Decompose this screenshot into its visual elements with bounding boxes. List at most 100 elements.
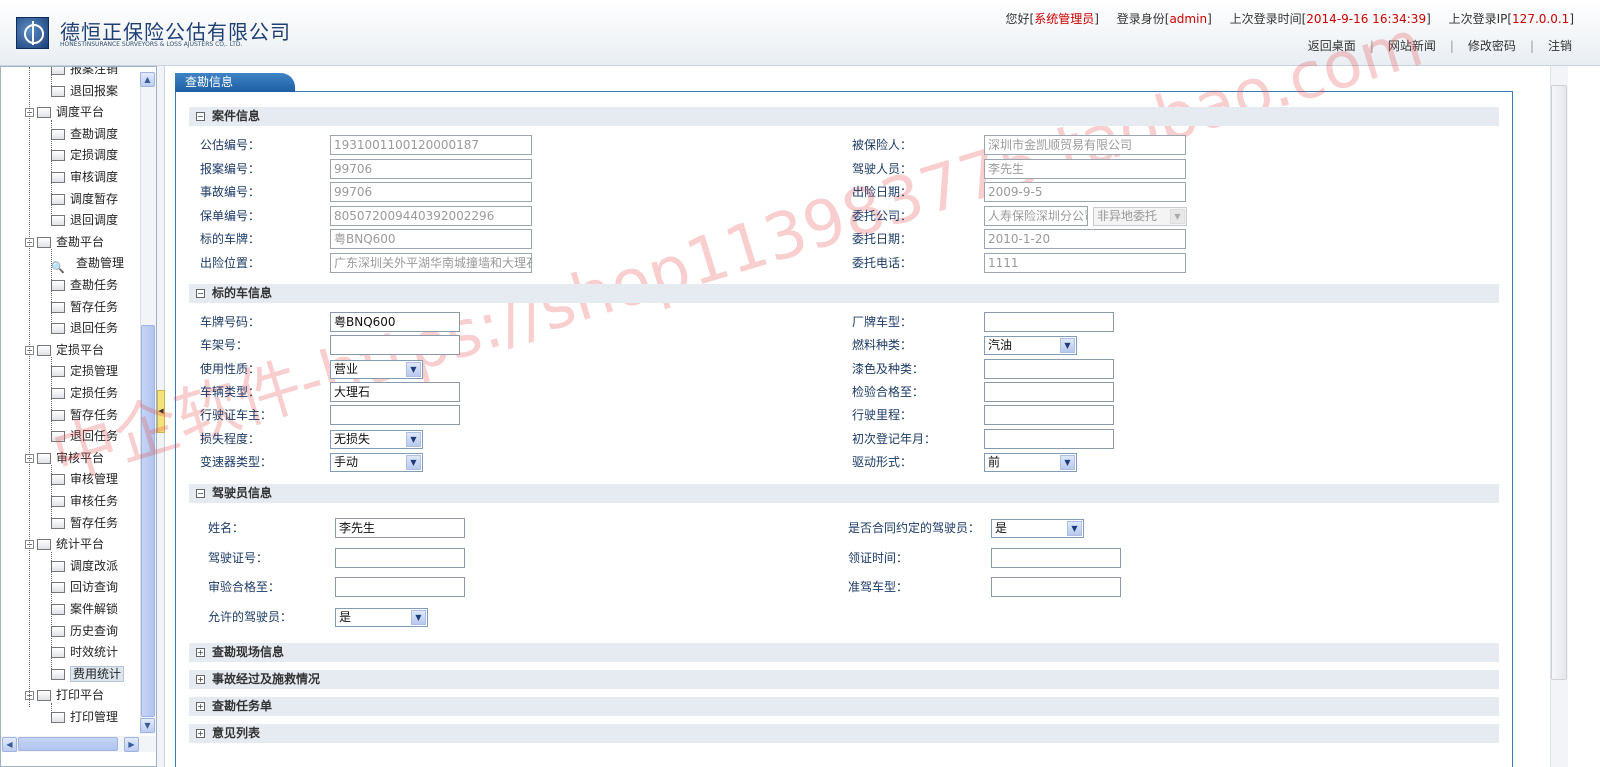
change-password-link[interactable]: 修改密码 [1454, 39, 1530, 53]
text-input[interactable]: 李先生 [984, 158, 1186, 179]
tree-group[interactable]: − 审核平台 [25, 448, 104, 468]
scroll-down-button[interactable]: ▼ [140, 718, 155, 733]
collapse-sidebar-toggle[interactable]: ◀ [157, 390, 165, 433]
text-input[interactable]: 深圳市金凯顺贸易有限公司 [984, 135, 1186, 155]
tree-item[interactable]: 历史查询 [51, 621, 118, 641]
text-input[interactable]: 大理石 [330, 381, 460, 402]
text-input[interactable] [984, 381, 1114, 402]
section-header[interactable]: − 驾驶员信息 [189, 484, 1499, 503]
section-header[interactable]: + 事故经过及施救情况 [189, 670, 1499, 689]
scroll-up-button[interactable]: ▲ [140, 72, 155, 87]
tree-item-label: 退回任务 [70, 321, 119, 336]
expand-icon[interactable]: + [196, 729, 205, 738]
text-input[interactable]: 人寿保险深圳分公司 [984, 205, 1088, 226]
tree-connector [51, 465, 52, 523]
text-input[interactable]: 2010-1-20 [984, 229, 1186, 250]
sidebar-hscroll-thumb[interactable] [18, 737, 118, 751]
tree-item[interactable]: 回访查询 [51, 577, 118, 597]
text-input[interactable] [991, 577, 1121, 598]
select-dropdown[interactable]: 营业 ▼ [330, 359, 423, 379]
sidebar-vscroll-thumb[interactable] [141, 325, 155, 717]
home-link[interactable]: 返回桌面 [1294, 39, 1370, 53]
tree-item[interactable]: 查勘调度 [51, 124, 118, 144]
tree-item[interactable]: 报案注销 [51, 67, 118, 79]
text-input[interactable]: 1931001100120000187 [330, 135, 532, 155]
text-input[interactable]: 粤BNQ600 [330, 229, 532, 250]
select-dropdown[interactable]: 非异地委托 ▼ [1093, 206, 1187, 226]
tree-item[interactable]: 暂存任务 [51, 513, 118, 533]
expand-icon[interactable]: + [196, 702, 205, 711]
collapse-icon[interactable]: − [196, 489, 205, 498]
tree-group[interactable]: − 打印平台 [25, 685, 104, 705]
news-link[interactable]: 网站新闻 [1374, 39, 1450, 53]
tree-item[interactable]: 退回任务 [51, 426, 118, 446]
select-dropdown[interactable]: 前 ▼ [984, 452, 1077, 472]
tree-item[interactable]: 审核调度 [51, 167, 118, 187]
text-input[interactable] [984, 405, 1114, 426]
text-input[interactable]: 广东深圳关外平湖华南城撞墙和大理石 [330, 253, 532, 273]
text-input[interactable] [335, 547, 465, 568]
text-input[interactable] [335, 577, 465, 598]
tree-item[interactable]: 暂存任务 [51, 405, 118, 425]
tree-item[interactable]: 调度暂存 [51, 189, 118, 209]
tree-group[interactable]: − 定损平台 [25, 340, 104, 360]
expand-icon[interactable]: + [196, 675, 205, 684]
collapse-icon[interactable]: − [196, 112, 205, 121]
tree-item[interactable]: 调度改派 [51, 556, 118, 576]
text-input[interactable]: 99706 [330, 158, 532, 179]
text-input[interactable] [330, 405, 460, 426]
tree-item[interactable]: 定损调度 [51, 145, 118, 165]
scroll-left-button[interactable]: ◀ [2, 737, 17, 752]
text-input[interactable]: 李先生 [335, 518, 465, 538]
section-header[interactable]: − 标的车信息 [189, 284, 1499, 303]
tree-item[interactable]: 查勘任务 [51, 275, 118, 295]
logout-link[interactable]: 注销 [1534, 39, 1572, 53]
field-label: 报案编号： [200, 161, 261, 176]
section-header[interactable]: + 意见列表 [189, 724, 1499, 743]
text-input[interactable]: 1111 [984, 253, 1186, 273]
tree-item[interactable]: 审核管理 [51, 469, 118, 489]
tree-item[interactable]: 时效统计 [51, 642, 118, 662]
field-label: 检验合格至： [852, 384, 925, 399]
tree-group[interactable]: − 调度平台 [25, 102, 104, 122]
panel-title-tab[interactable]: 查勘信息 [175, 73, 295, 92]
tree-group[interactable]: − 查勘平台 [25, 232, 104, 252]
select-dropdown[interactable]: 是 ▼ [991, 519, 1084, 538]
tree-item[interactable]: 退回任务 [51, 318, 118, 338]
scroll-right-button[interactable]: ▶ [124, 737, 139, 752]
text-input[interactable] [984, 312, 1114, 332]
expand-icon[interactable]: + [196, 648, 205, 657]
text-input[interactable]: 2009-9-5 [984, 182, 1186, 203]
select-dropdown[interactable]: 汽油 ▼ [984, 336, 1077, 356]
section-header[interactable]: + 查勘现场信息 [189, 643, 1499, 662]
tree-item[interactable]: 退回报案 [51, 81, 118, 101]
tree-item[interactable]: 暂存任务 [51, 297, 118, 317]
tree-item[interactable]: 🔍 查勘管理 [51, 253, 124, 274]
section-header[interactable]: + 查勘任务单 [189, 697, 1499, 716]
tree-item[interactable]: 退回调度 [51, 210, 118, 230]
select-dropdown[interactable]: 是 ▼ [335, 607, 428, 627]
page-icon [51, 582, 65, 594]
tree-item[interactable]: 案件解锁 [51, 599, 118, 619]
text-input[interactable] [984, 428, 1114, 449]
tree-group[interactable]: − 统计平台 [25, 534, 104, 554]
text-input[interactable]: 99706 [330, 182, 532, 203]
main-vscroll-thumb[interactable] [1551, 85, 1567, 680]
text-input[interactable] [984, 358, 1114, 379]
last-ip-label: 上次登录IP [1448, 12, 1508, 26]
tree-item[interactable]: 定损管理 [51, 361, 118, 381]
text-input[interactable]: 805072009440392002296 [330, 205, 532, 226]
text-input[interactable] [330, 335, 460, 356]
tree-item[interactable]: 定损任务 [51, 383, 118, 403]
tree-item[interactable]: 打印管理 [51, 707, 118, 727]
section-header[interactable]: − 案件信息 [189, 107, 1499, 126]
collapse-icon[interactable]: − [196, 289, 205, 298]
tree-item[interactable]: 费用统计 [51, 664, 125, 684]
select-dropdown[interactable]: 无损失 ▼ [330, 429, 423, 449]
field-label: 车架号： [200, 338, 249, 353]
tree-item[interactable]: 审核任务 [51, 491, 118, 511]
page-icon [51, 474, 65, 486]
text-input[interactable] [991, 547, 1121, 568]
select-dropdown[interactable]: 手动 ▼ [330, 452, 423, 472]
text-input[interactable]: 粤BNQ600 [330, 312, 460, 332]
